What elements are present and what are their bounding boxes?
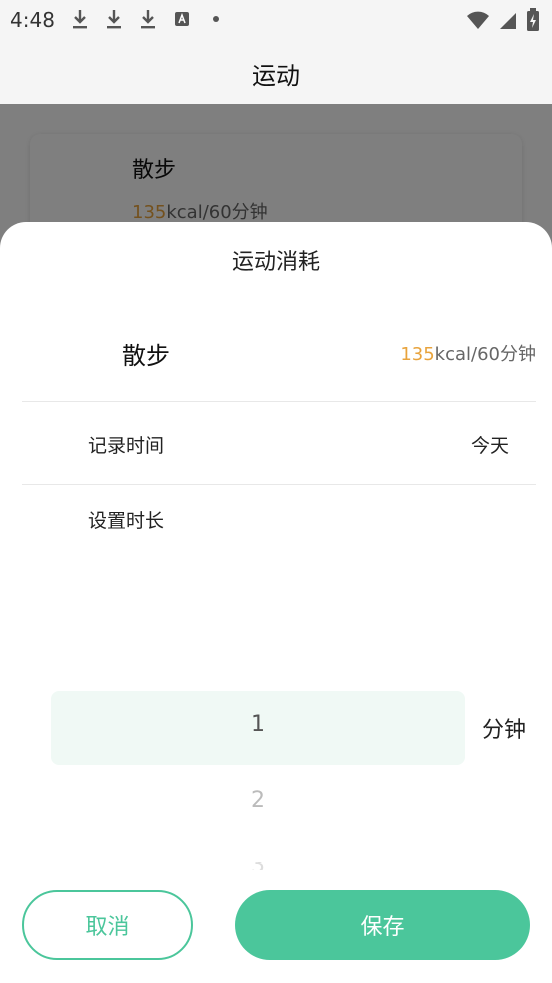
- status-icons-left: [70, 8, 226, 30]
- record-time-row[interactable]: 记录时间 今天: [22, 403, 536, 485]
- activity-info-suffix: kcal/60分钟: [434, 344, 536, 365]
- battery-charging-icon: [526, 8, 540, 36]
- download-icon: [138, 8, 158, 30]
- activity-row: 散步 135kcal/60分钟: [22, 312, 536, 402]
- record-time-label: 记录时间: [88, 435, 165, 457]
- status-bar: 4:48: [0, 0, 552, 40]
- record-time-value[interactable]: 今天: [471, 431, 509, 458]
- app-notification-icon: [172, 8, 192, 30]
- page-title: 运动: [252, 62, 300, 90]
- picker-selected-value[interactable]: 1: [51, 712, 465, 737]
- duration-label: 设置时长: [88, 510, 165, 532]
- save-button[interactable]: 保存: [235, 890, 530, 960]
- wifi-icon: [466, 9, 490, 35]
- download-icon: [70, 8, 90, 30]
- status-icons-right: [466, 8, 540, 36]
- activity-info: 135kcal/60分钟: [400, 340, 536, 366]
- status-time: 4:48: [10, 8, 55, 32]
- bottom-sheet: 运动消耗 散步 135kcal/60分钟 记录时间 今天 设置时长 1 2 3 …: [0, 222, 552, 983]
- cancel-button[interactable]: 取消: [22, 890, 193, 960]
- activity-name: 散步: [122, 342, 170, 370]
- picker-next-value[interactable]: 2: [51, 788, 465, 813]
- picker-unit-label: 分钟: [482, 718, 527, 743]
- dot-icon: [206, 8, 226, 30]
- activity-kcal: 135: [400, 344, 435, 365]
- app-bar: 运动: [0, 40, 552, 104]
- sheet-title: 运动消耗: [231, 250, 320, 275]
- picker-next-value-2[interactable]: 3: [51, 862, 465, 870]
- signal-icon: [498, 9, 518, 35]
- download-icon: [104, 8, 124, 30]
